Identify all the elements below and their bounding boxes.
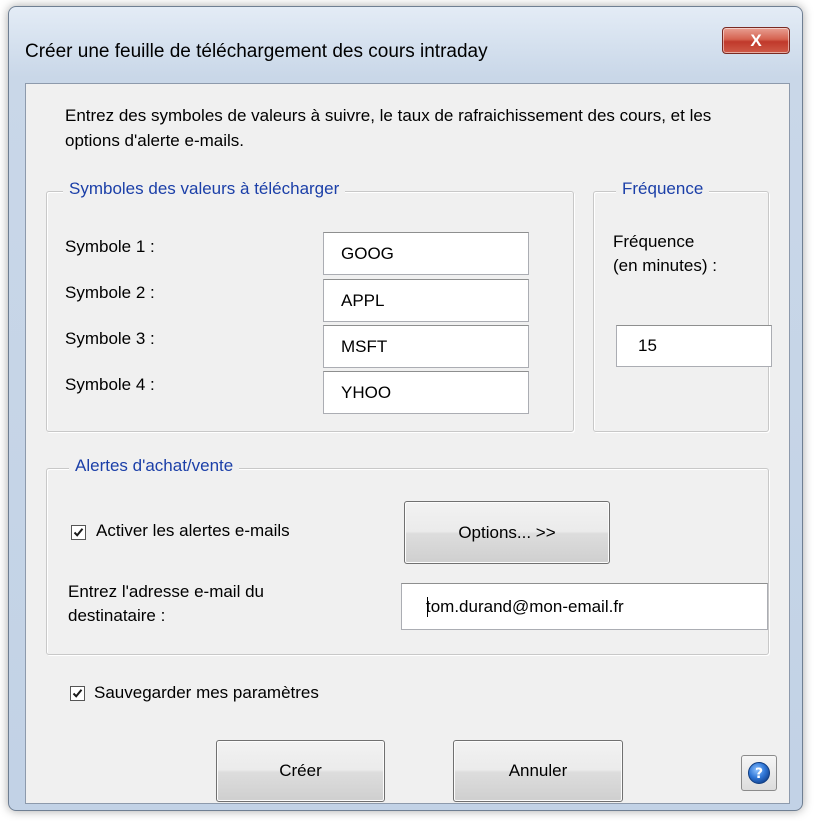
symbol-3-label: Symbole 3 :: [65, 329, 155, 348]
symbol-1-label: Symbole 1 :: [65, 237, 155, 256]
frequency-group-title: Fréquence: [616, 179, 710, 199]
symbol-2-input[interactable]: APPL: [323, 279, 529, 322]
options-button-label: Options... >>: [458, 522, 556, 542]
frequency-label-line2: (en minutes) :: [613, 256, 717, 275]
save-settings-checkbox[interactable]: [70, 686, 85, 701]
close-button[interactable]: X: [722, 27, 790, 54]
checkmark-icon: [72, 689, 83, 698]
symbols-group: Symboles des valeurs à télécharger Symbo…: [46, 179, 574, 432]
frequency-value: 15: [638, 336, 657, 355]
create-button-label: Créer: [279, 761, 322, 780]
cancel-button-label: Annuler: [508, 761, 568, 780]
checkmark-icon: [73, 528, 84, 537]
intro-text: Entrez des symboles de valeurs à suivre,…: [65, 106, 712, 150]
frequency-input[interactable]: 15: [616, 325, 772, 367]
cancel-button[interactable]: Annuler: [453, 740, 623, 802]
help-icon: ?: [748, 762, 770, 784]
email-label-line2: destinataire :: [68, 606, 166, 625]
symbol-3-input[interactable]: MSFT: [323, 325, 529, 368]
symbol-1-input[interactable]: GOOG: [323, 232, 529, 275]
dialog-client-area: Entrez des symboles de valeurs à suivre,…: [25, 83, 790, 804]
email-label-line1: Entrez l'adresse e-mail du: [68, 582, 264, 601]
symbol-4-label: Symbole 4 :: [65, 375, 155, 394]
symbol-2-label: Symbole 2 :: [65, 283, 155, 302]
close-icon: X: [750, 31, 762, 50]
email-text: tom.durand@mon-email.fr: [426, 596, 624, 616]
text-caret: [427, 596, 428, 617]
window-title: Créer une feuille de téléchargement des …: [25, 41, 488, 62]
enable-alerts-label[interactable]: Activer les alertes e-mails: [96, 521, 290, 541]
svg-text:?: ?: [755, 766, 763, 782]
symbol-4-value: YHOO: [341, 382, 392, 402]
alerts-group: Alertes d'achat/vente Activer les alerte…: [46, 456, 769, 655]
enable-alerts-checkbox[interactable]: [71, 525, 86, 540]
frequency-label-line1: Fréquence: [613, 232, 695, 251]
symbol-1-value: GOOG: [341, 243, 394, 263]
alerts-group-title: Alertes d'achat/vente: [69, 456, 240, 476]
frequency-group: Fréquence Fréquence (en minutes) : 15: [593, 179, 772, 432]
symbol-4-input[interactable]: YHOO: [323, 371, 529, 414]
create-button[interactable]: Créer: [216, 740, 385, 802]
help-button[interactable]: ?: [741, 755, 777, 791]
symbols-group-title: Symboles des valeurs à télécharger: [63, 179, 346, 199]
symbol-3-value: MSFT: [341, 336, 388, 356]
dialog-window: Créer une feuille de téléchargement des …: [8, 6, 803, 811]
options-button[interactable]: Options... >>: [404, 501, 610, 564]
symbol-2-value: APPL: [341, 290, 385, 310]
save-settings-label[interactable]: Sauvegarder mes paramètres: [94, 683, 319, 703]
email-input[interactable]: tom.durand@mon-email.fr: [401, 583, 768, 630]
